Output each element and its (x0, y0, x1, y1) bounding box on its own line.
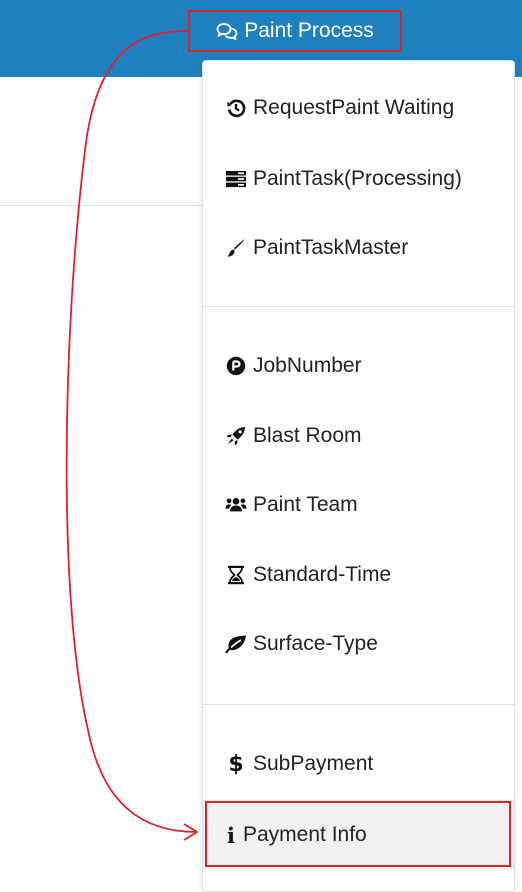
paint-brush-icon (225, 237, 247, 259)
leaf-icon (225, 633, 247, 655)
hourglass-icon (225, 564, 247, 586)
menu-divider (203, 704, 514, 705)
menu-item-label: Payment Info (243, 823, 367, 846)
menu-item-label: Surface-Type (253, 632, 378, 655)
menu-item-label: Standard-Time (253, 563, 392, 586)
paint-process-label: Paint Process (244, 19, 374, 42)
menu-item-painttask-processing[interactable]: PaintTask(Processing) (203, 144, 514, 214)
menu-item-label: Paint Team (253, 493, 358, 516)
page-content-divider (0, 205, 202, 206)
menu-item-label: RequestPaint Waiting (253, 96, 455, 119)
menu-item-label: JobNumber (253, 354, 362, 377)
menu-item-surface-type[interactable]: Surface-Type (203, 609, 514, 679)
product-hunt-icon (225, 355, 247, 377)
menu-item-label: PaintTaskMaster (253, 236, 409, 259)
paint-process-menu-button[interactable]: Paint Process (188, 10, 402, 52)
menu-item-painttaskmaster[interactable]: PaintTaskMaster (203, 213, 514, 283)
dollar-icon: $ (228, 751, 244, 777)
comments-icon (216, 22, 238, 40)
menu-item-payment-info[interactable]: i Payment Info (203, 800, 514, 870)
menu-item-paint-team[interactable]: Paint Team (203, 470, 514, 540)
menu-item-label: SubPayment (253, 752, 374, 775)
menu-item-subpayment[interactable]: $ SubPayment (203, 729, 514, 799)
menu-item-standard-time[interactable]: Standard-Time (203, 540, 514, 610)
rocket-icon (225, 425, 247, 447)
menu-item-label: Blast Room (253, 424, 362, 447)
info-icon: i (227, 822, 235, 848)
server-icon (225, 168, 247, 190)
menu-item-label: PaintTask(Processing) (253, 167, 462, 190)
menu-item-jobnumber[interactable]: JobNumber (203, 331, 514, 401)
users-icon (225, 494, 247, 516)
paint-process-dropdown: RequestPaint Waiting PaintTask(Processin… (202, 60, 515, 892)
menu-item-blast-room[interactable]: Blast Room (203, 401, 514, 471)
menu-divider (203, 306, 514, 307)
menu-item-requestpaint-waiting[interactable]: RequestPaint Waiting (203, 73, 514, 143)
history-icon (225, 97, 247, 119)
